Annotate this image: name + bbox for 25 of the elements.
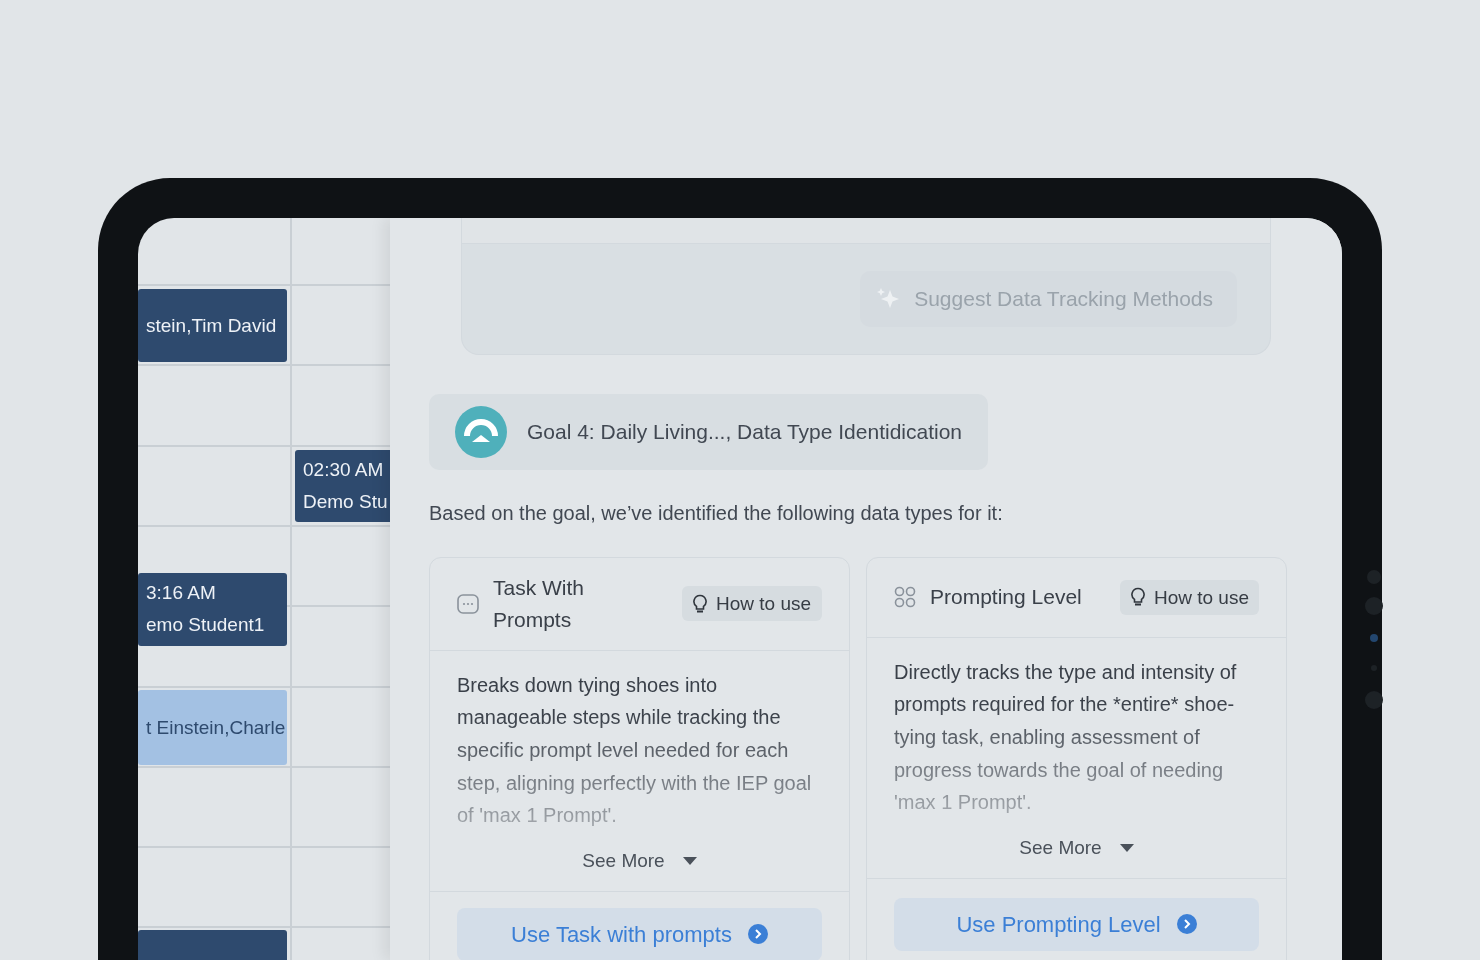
event-text: stein,Tim David xyxy=(146,313,277,338)
card-description: Directly tracks the type and intensity of prompts required for the *entire* shoe-tying task, enabling assessment of progress towards the goal of needing 'max 1 Prompt'. xyxy=(893,659,1238,816)
card-description: Breaks down tying shoes into manageable steps while tracking the specific prompt level needed for each step, aligning perfectly with the IEP goal of 'max 1 Prompt'. xyxy=(456,672,813,829)
how-to-use-button[interactable]: How to use xyxy=(1119,579,1259,615)
goal-title: Goal 4: Daily Living..., Data Type Identidication xyxy=(527,418,963,445)
see-more-button[interactable]: See More xyxy=(1013,833,1140,864)
grid-icon xyxy=(894,586,916,608)
lightbulb-icon xyxy=(692,593,708,614)
intro-text: Based on the goal, we’ve identified the following data types for it: xyxy=(429,500,1004,526)
caret-down-icon xyxy=(1119,844,1134,853)
how-to-use-button[interactable]: How to use xyxy=(682,586,822,621)
card-title: Prompting Level xyxy=(930,584,1082,610)
chevron-circle-icon xyxy=(747,924,768,944)
chat-icon xyxy=(457,592,479,615)
card-title: Task With Prompts xyxy=(493,574,585,633)
caret-down-icon xyxy=(682,857,697,866)
event-text: t Einstein,Charle xyxy=(146,715,286,740)
lightbulb-icon xyxy=(1129,587,1146,607)
chevron-circle-icon xyxy=(1176,914,1197,934)
see-more-button[interactable]: See More xyxy=(576,846,703,877)
logo-icon xyxy=(455,405,507,458)
event-text: Demo Stu xyxy=(303,490,387,514)
event-text: emo Student1 xyxy=(146,613,266,637)
event-text: 02:30 AM xyxy=(303,458,385,482)
event-text: 3:16 AM xyxy=(146,581,217,605)
